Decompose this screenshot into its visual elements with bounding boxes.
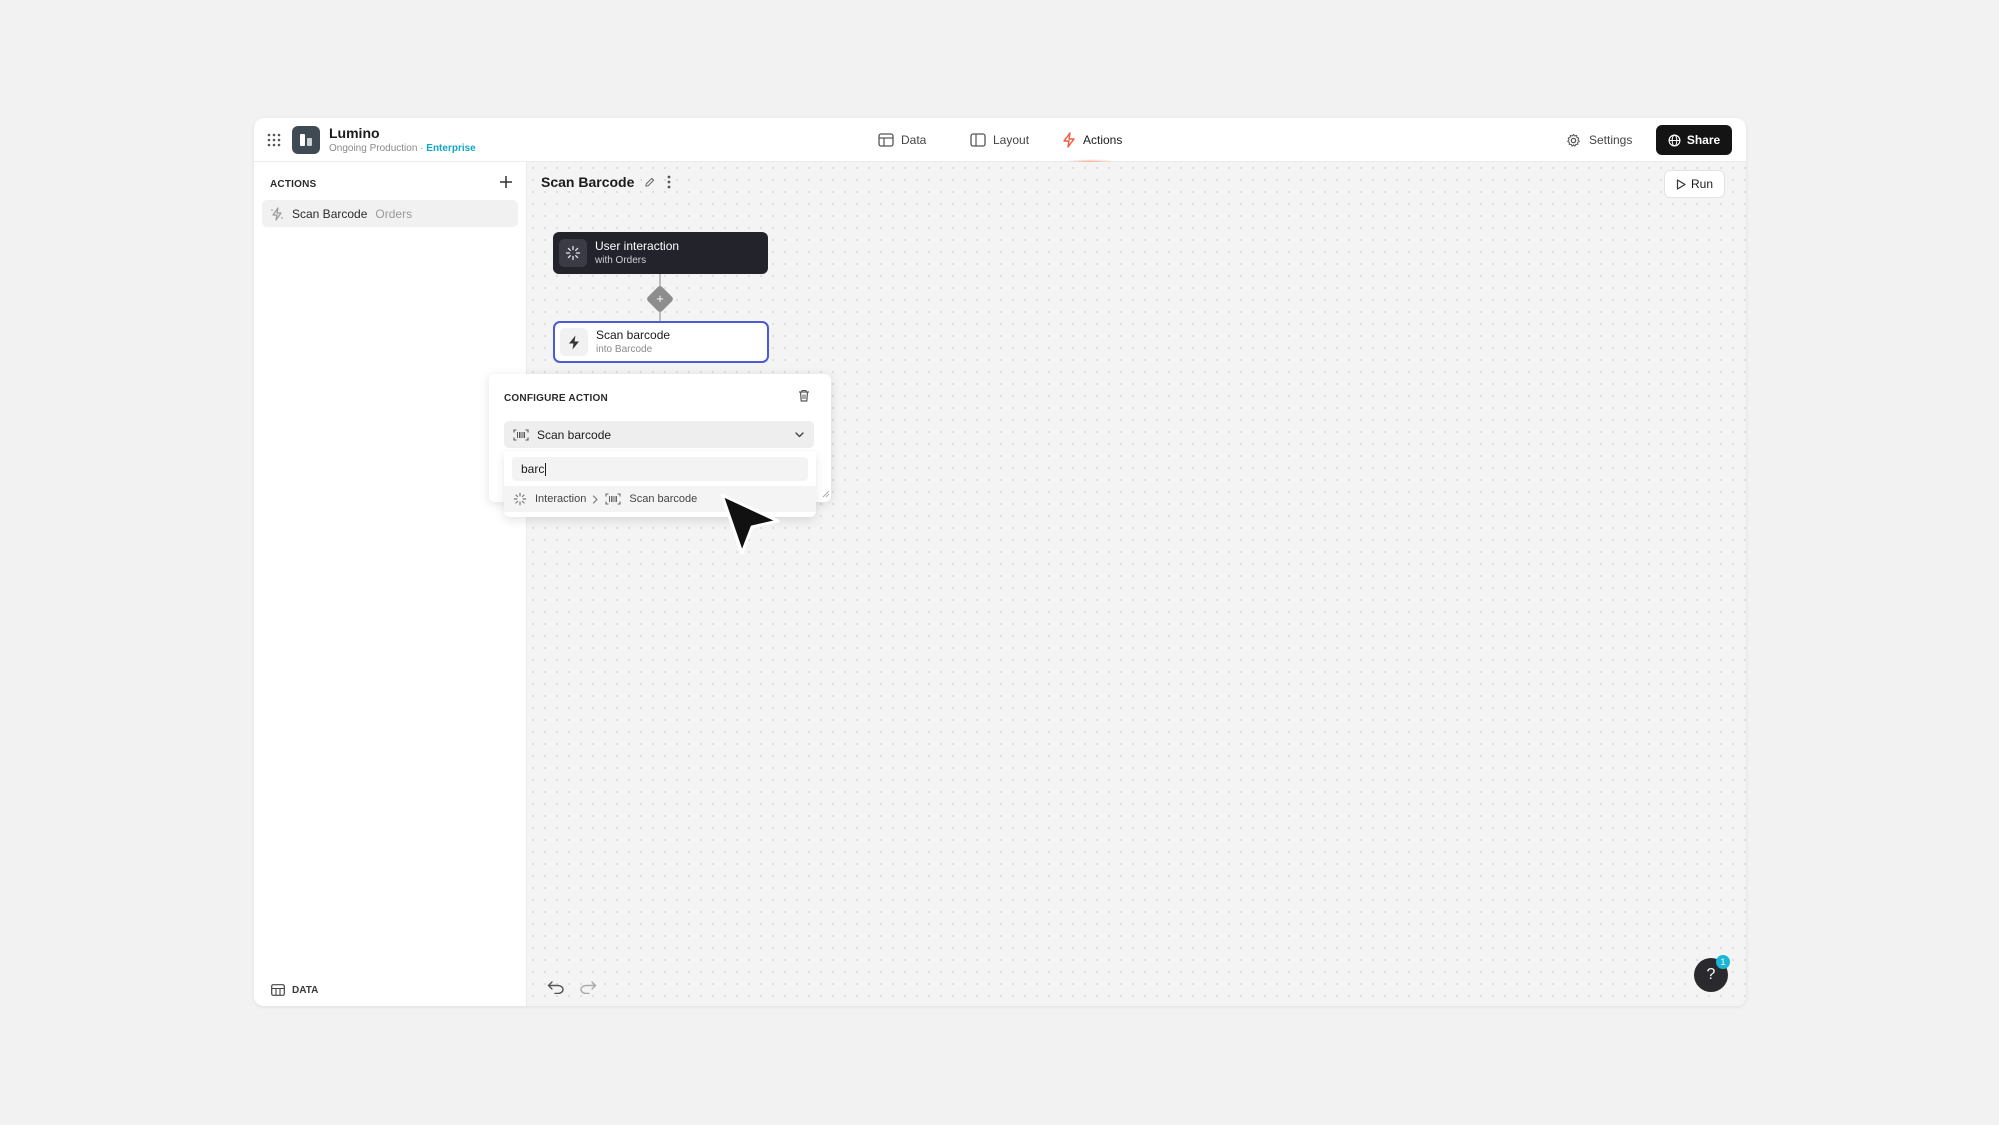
run-label: Run [1690,177,1713,191]
selected-action-label: Scan barcode [537,427,612,442]
chevron-down-icon [795,432,804,438]
settings-button[interactable]: Settings [1566,118,1632,162]
action-node-title: Scan barcode [596,328,671,342]
action-title-text: Scan Barcode [541,174,635,190]
table-icon [271,984,285,996]
tab-layout-label: Layout [993,133,1030,147]
tab-data-label: Data [901,133,927,147]
configure-action-title: CONFIGURE ACTION [504,393,608,404]
action-type-select[interactable]: Scan barcode [504,421,814,448]
top-bar: Lumino Ongoing Production · Enterprise D… [254,118,1746,162]
app-window: Lumino Ongoing Production · Enterprise D… [254,118,1746,1006]
layout-icon [970,133,986,147]
resize-handle-icon[interactable] [822,490,830,498]
plan-badge: Enterprise [426,143,476,154]
result-action: Scan barcode [629,493,698,505]
action-node-subtitle: into Barcode [596,344,653,355]
add-action-button[interactable] [495,171,517,193]
notification-badge: 1 [1716,955,1730,969]
sidebar-item-scan-barcode[interactable]: Scan Barcode Orders [262,200,518,227]
sidebar-item-table: Orders [375,206,413,221]
action-icon [271,206,283,221]
trash-icon[interactable] [798,389,810,402]
apps-grid-icon[interactable] [265,131,283,149]
play-icon [1676,178,1686,190]
interaction-icon [513,492,527,506]
pencil-icon[interactable] [644,177,655,188]
share-button[interactable]: Share [1656,125,1732,155]
app-subtitle: Ongoing Production · Enterprise [329,143,476,154]
undo-icon[interactable] [547,980,565,994]
globe-icon [1668,134,1681,146]
gear-icon [1567,133,1580,147]
settings-label: Settings [1589,133,1633,147]
redo-icon[interactable] [579,980,597,994]
flow-canvas[interactable]: Scan Barcode Run User interaction with O… [527,162,1746,1006]
trigger-node-subtitle: with Orders [595,255,647,266]
run-button[interactable]: Run [1664,170,1725,198]
bolt-icon [1063,132,1075,148]
actions-sidebar: ACTIONS Scan Barcode Orders DATA [254,162,527,1006]
plus-icon [500,176,512,188]
data-panel-label: DATA [292,984,319,996]
sidebar-item-label: Scan Barcode [292,206,368,221]
barcode-icon [605,493,621,505]
action-node[interactable]: Scan barcode into Barcode [553,321,769,363]
trigger-node[interactable]: User interaction with Orders [553,232,768,274]
tab-layout[interactable]: Layout [970,118,1029,162]
barcode-icon [513,428,529,441]
mouse-cursor-icon [720,493,780,555]
sidebar-title: ACTIONS [270,179,317,190]
app-logo [292,126,320,154]
app-name: Lumino [329,125,380,141]
action-title: Scan Barcode [541,174,671,190]
share-label: Share [1686,133,1721,147]
more-vertical-icon[interactable] [667,175,671,189]
table-icon [878,133,894,147]
trigger-node-title: User interaction [595,239,680,253]
tab-actions-label: Actions [1083,133,1123,147]
chevron-right-icon [593,494,598,504]
plus-icon[interactable]: + [654,292,666,306]
action-search-input[interactable]: barc [512,457,808,481]
tab-data[interactable]: Data [878,118,926,162]
data-panel-toggle[interactable]: DATA [271,984,318,996]
tab-actions[interactable]: Actions [1062,118,1122,162]
search-input-value: barc [521,462,545,476]
bolt-icon [560,328,588,356]
environment-label: Ongoing Production · [329,143,427,154]
text-caret [545,462,547,476]
result-category: Interaction [535,493,587,505]
interaction-icon [559,239,587,267]
